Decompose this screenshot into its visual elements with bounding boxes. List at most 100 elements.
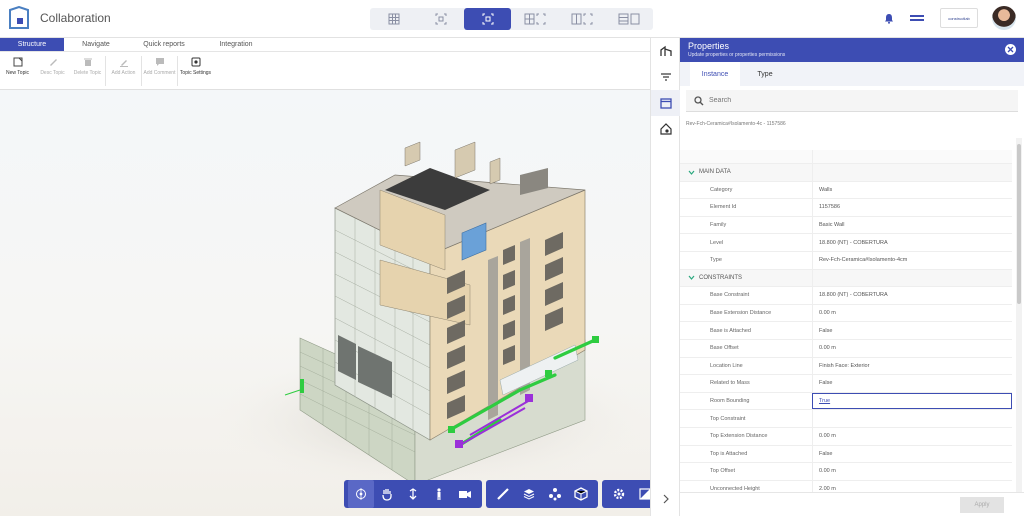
camera-button[interactable] xyxy=(452,480,478,508)
property-value-editing[interactable]: True xyxy=(812,392,1012,410)
property-row: Related to Mass False xyxy=(680,375,1012,393)
property-value[interactable]: Finish Face: Exterior xyxy=(812,357,1012,375)
app-root: Collaboration constructlab Structure Nav… xyxy=(0,0,1024,516)
chevron-right-icon xyxy=(663,494,669,504)
measure-button[interactable] xyxy=(490,480,516,508)
properties-scrollbar[interactable] xyxy=(1016,138,1022,498)
tab-navigate[interactable]: Navigate xyxy=(64,38,128,51)
fullscreen-button[interactable] xyxy=(632,480,650,508)
property-key: Room Bounding xyxy=(710,398,750,405)
property-value[interactable]: False xyxy=(812,322,1012,339)
section-name: CONSTRAINTS xyxy=(699,274,743,281)
property-value[interactable]: 18.800 (NT) - COBERTURA xyxy=(812,287,1012,304)
property-key: Family xyxy=(710,222,727,229)
rail-home-button[interactable] xyxy=(651,116,681,142)
property-value[interactable]: 0.00 m xyxy=(812,463,1012,480)
topic-settings-label: Topic Settings xyxy=(179,70,212,76)
property-value[interactable] xyxy=(812,410,1012,427)
delete-topic-button[interactable]: Delete Topic xyxy=(70,52,105,89)
property-key: Level xyxy=(710,239,724,246)
view-model-button[interactable] xyxy=(417,8,464,30)
explode-button[interactable] xyxy=(542,480,568,508)
pan-button[interactable] xyxy=(374,480,400,508)
new-topic-button[interactable]: New Topic xyxy=(0,52,35,89)
scrollbar-thumb[interactable] xyxy=(1017,144,1021,304)
tab-quick-reports[interactable]: Quick reports xyxy=(128,38,200,51)
model-icon xyxy=(435,13,446,25)
section-box-button[interactable] xyxy=(516,480,542,508)
walk-button[interactable] xyxy=(426,480,452,508)
property-row: Element Id 1157586 xyxy=(680,199,1012,217)
view-split-grid-model-button[interactable] xyxy=(511,8,558,30)
property-row: Top Constraint xyxy=(680,410,1012,428)
property-value[interactable]: Walls xyxy=(812,181,1012,199)
model-viewport[interactable] xyxy=(0,90,650,516)
property-value[interactable]: 18.800 (NT) - COBERTURA xyxy=(812,234,1012,251)
section-header[interactable]: CONSTRAINTS xyxy=(680,269,1012,288)
property-value[interactable]: False xyxy=(812,375,1012,392)
view-split-model-button[interactable] xyxy=(558,8,605,30)
split-grid-model-icon xyxy=(524,13,545,25)
section-header[interactable]: MAIN DATA xyxy=(680,164,1012,182)
building-model[interactable] xyxy=(0,90,650,516)
collapse-panel-button[interactable] xyxy=(651,490,681,508)
property-value[interactable]: 0.00 m xyxy=(812,339,1012,357)
calendar-icon xyxy=(660,98,672,109)
properties-footer: Apply xyxy=(680,492,1024,516)
apply-button[interactable]: Apply xyxy=(960,497,1004,513)
desc-topic-button[interactable]: Desc Topic xyxy=(35,52,70,89)
vertical-shaft xyxy=(488,256,498,420)
gear-icon xyxy=(613,488,625,500)
close-properties-button[interactable] xyxy=(1005,44,1016,55)
tab-integration[interactable]: Integration xyxy=(200,38,272,51)
view-3d-button[interactable] xyxy=(464,8,511,30)
property-key: Type xyxy=(710,257,722,264)
topic-settings-button[interactable]: Topic Settings xyxy=(178,52,213,89)
bell-icon[interactable] xyxy=(884,13,894,24)
tab-instance[interactable]: Instance xyxy=(690,62,740,86)
split-list-icon xyxy=(618,13,639,25)
viewer-settings-button[interactable] xyxy=(606,480,632,508)
user-avatar[interactable] xyxy=(992,6,1016,30)
chevron-down-icon xyxy=(688,275,695,281)
rail-properties-button[interactable] xyxy=(651,90,681,116)
isolate-button[interactable] xyxy=(568,480,594,508)
property-value[interactable]: 1157586 xyxy=(812,199,1012,216)
chevron-down-icon xyxy=(688,170,695,175)
section-header-label: MAIN DATA xyxy=(680,164,812,181)
property-value[interactable]: Basic Wall xyxy=(812,216,1012,234)
add-comment-button[interactable]: Add Comment xyxy=(142,52,177,89)
view-grid-button[interactable] xyxy=(370,8,417,30)
property-row: Location Line Finish Face: Exterior xyxy=(680,357,1012,376)
rail-model-tree-button[interactable] xyxy=(651,38,681,64)
close-icon xyxy=(1007,46,1014,53)
tab-type[interactable]: Type xyxy=(740,62,790,86)
zoom-vertical-button[interactable] xyxy=(400,480,426,508)
property-key: Base Offset xyxy=(710,345,739,352)
navigation-group xyxy=(344,480,482,508)
property-row: Top Offset 0.00 m xyxy=(680,463,1012,481)
rail-filter-button[interactable] xyxy=(651,64,681,90)
ribbon-toolbar: New Topic Desc Topic Delete Topic Add Ac… xyxy=(0,52,650,90)
properties-search-wrap xyxy=(680,86,1024,116)
integration-icon[interactable] xyxy=(908,13,926,23)
property-value[interactable]: 0.00 m xyxy=(812,427,1012,445)
app-title: Collaboration xyxy=(40,11,111,25)
app-logo-icon[interactable] xyxy=(8,6,30,30)
view-split-list-button[interactable] xyxy=(605,8,652,30)
properties-search-input[interactable] xyxy=(709,97,969,104)
section-header-label: CONSTRAINTS xyxy=(680,270,812,287)
orbit-button[interactable] xyxy=(348,480,374,508)
add-action-button[interactable]: Add Action xyxy=(106,52,141,89)
settings-icon xyxy=(191,57,200,67)
brand-chip[interactable]: constructlab xyxy=(940,8,978,28)
property-value[interactable]: 0.00 m xyxy=(812,304,1012,322)
filter-icon xyxy=(661,73,671,81)
property-key: Related to Mass xyxy=(710,380,750,387)
property-value[interactable]: Rev-Fch-Ceramica#Isolamento-4cm xyxy=(812,251,1012,269)
tab-structure[interactable]: Structure xyxy=(0,38,64,51)
selected-element-name: Rev-Fch-Ceramica#Isolamento-4c - 1157586 xyxy=(686,121,786,127)
property-key: Base is Attached xyxy=(710,327,751,334)
split-model-icon xyxy=(571,13,592,25)
property-value[interactable]: False xyxy=(812,445,1012,463)
